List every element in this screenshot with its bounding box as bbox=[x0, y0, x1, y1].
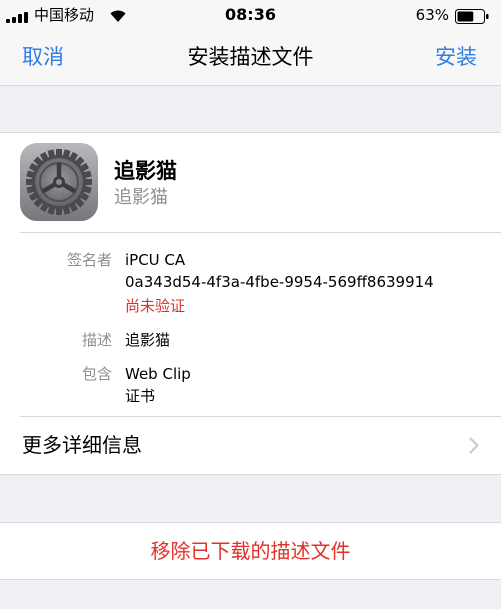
signer-name: iPCU CA bbox=[125, 251, 186, 269]
battery-percent: 63% bbox=[415, 6, 449, 24]
settings-gear-icon bbox=[20, 143, 98, 221]
contains-item: Web Clip bbox=[125, 365, 191, 383]
status-bar: 中国移动 08:36 63% bbox=[0, 0, 501, 30]
chevron-right-icon bbox=[469, 437, 479, 454]
more-details-row[interactable]: 更多详细信息 bbox=[0, 417, 501, 475]
install-button[interactable]: 安装 bbox=[435, 42, 477, 72]
signer-id: 0a343d54-4f3a-4fbe-9954-569ff8639914 bbox=[125, 273, 434, 291]
remove-profile-button[interactable]: 移除已下载的描述文件 bbox=[0, 522, 501, 580]
profile-name: 追影猫 bbox=[114, 159, 177, 183]
description-value: 追影猫 bbox=[125, 331, 171, 349]
contains-item: 证书 bbox=[125, 387, 156, 405]
signed-by-label: 签名者 bbox=[66, 251, 112, 269]
battery-icon bbox=[455, 9, 489, 24]
profile-card: 追影猫 追影猫 签名者 iPCU CA 0a343d54-4f3a-4fbe-9… bbox=[0, 132, 501, 475]
contains-label: 包含 bbox=[81, 365, 112, 383]
page-title: 安装描述文件 bbox=[187, 45, 314, 69]
profile-subtitle: 追影猫 bbox=[114, 187, 168, 208]
description-label: 描述 bbox=[81, 331, 112, 349]
verification-status: 尚未验证 bbox=[125, 297, 186, 315]
remove-profile-label: 移除已下载的描述文件 bbox=[150, 539, 351, 563]
divider bbox=[20, 232, 501, 233]
more-details-label: 更多详细信息 bbox=[22, 433, 142, 457]
nav-bar: 取消 安装描述文件 安装 bbox=[0, 30, 501, 86]
